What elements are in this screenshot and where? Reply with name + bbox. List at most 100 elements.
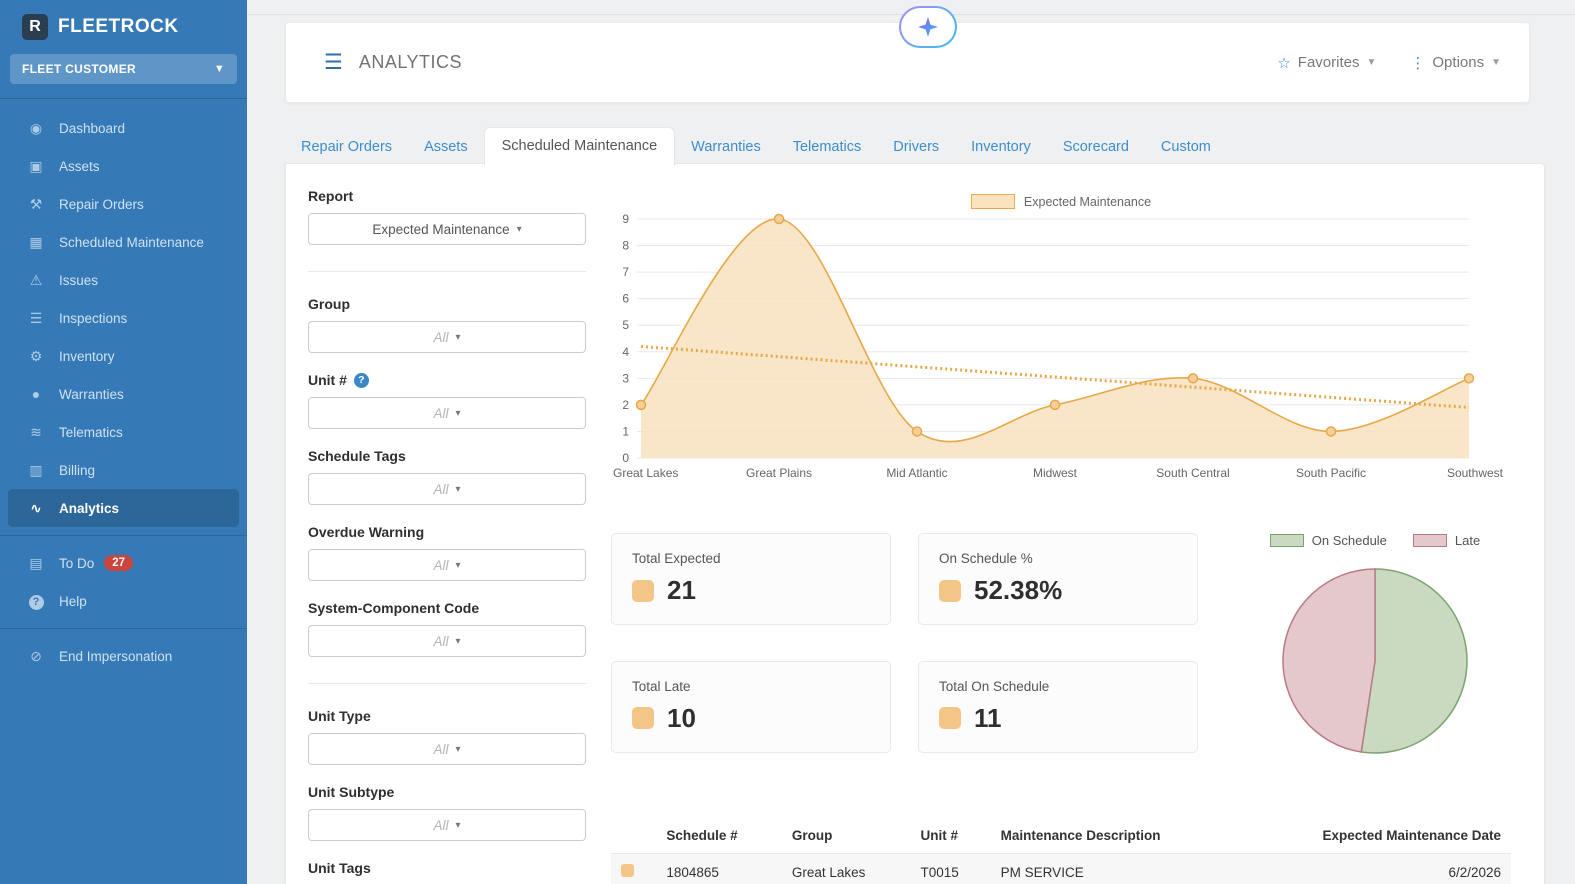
area-chart: Expected Maintenance 0 1 2 3 4 5 6 7 8 9 Great Lak… <box>611 188 1511 485</box>
filter-dropdown-schedule-tags[interactable]: All ▾ <box>308 473 586 505</box>
sidebar-item-todo[interactable]: ▤ To Do 27 <box>0 544 247 582</box>
sidebar-item-assets[interactable]: ▣ Assets <box>0 147 247 185</box>
pie-chart-svg <box>1282 568 1468 754</box>
sidebar-item-label: Billing <box>59 462 96 478</box>
filter-group: Unit Subtype All ▾ <box>308 784 586 841</box>
sidebar-item-repair-orders[interactable]: ⚒ Repair Orders <box>0 185 247 223</box>
sidebar-item-telematics[interactable]: ≋ Telematics <box>0 413 247 451</box>
x-category-label: South Pacific <box>1296 466 1366 480</box>
tab-drivers[interactable]: Drivers <box>877 130 955 164</box>
tab-telematics[interactable]: Telematics <box>777 130 878 164</box>
sidebar-item-label: Repair Orders <box>59 196 144 212</box>
column-header: Unit # <box>920 828 959 843</box>
chevron-down-icon: ▼ <box>1366 57 1377 68</box>
x-category-label: Southwest <box>1447 466 1504 480</box>
filter-dropdown-report[interactable]: Expected Maintenance ▾ <box>308 213 586 245</box>
pie-chart: On Schedule Late <box>1239 533 1511 766</box>
tab-warranties[interactable]: Warranties <box>675 130 777 164</box>
list-icon: ☰ <box>29 309 43 326</box>
cell-description: PM SERVICE <box>990 853 1238 884</box>
data-point <box>911 426 923 437</box>
filter-group: Group All ▾ <box>308 296 586 353</box>
invoice-icon: ▥ <box>29 461 43 478</box>
legend-label: Expected Maintenance <box>1023 194 1152 209</box>
header-actions: ☆ Favorites ▼ ⋮ Options ▼ <box>1277 54 1501 72</box>
sidebar-item-label: Dashboard <box>59 120 126 136</box>
cell-schedule: 1804865 <box>656 853 782 884</box>
legend-swatch <box>1269 534 1304 547</box>
sidebar-item-end-impersonation[interactable]: ⊘ End Impersonation <box>0 637 247 675</box>
page-title: ANALYTICS <box>358 52 463 72</box>
options-dropdown[interactable]: ⋮ Options ▼ <box>1410 54 1501 72</box>
tab-scorecard[interactable]: Scorecard <box>1047 130 1145 164</box>
legend-swatch <box>1412 534 1447 547</box>
chevron-down-icon: ▾ <box>455 559 461 571</box>
tab-custom[interactable]: Custom <box>1145 130 1227 164</box>
schedule-table: Schedule # Group Unit # Maintenance Descrip… <box>611 820 1511 884</box>
x-category-label: South Central <box>1156 466 1229 480</box>
favorites-dropdown[interactable]: ☆ Favorites ▼ <box>1277 54 1376 72</box>
stat-label: On Schedule % <box>939 551 1033 566</box>
sidebar-item-help[interactable]: ? Help <box>0 582 247 620</box>
filter-label: Schedule Tags <box>308 448 406 464</box>
filter-dropdown-unit-[interactable]: All ▾ <box>308 397 586 429</box>
sidebar-item-label: Telematics <box>59 424 123 440</box>
table-row[interactable]: 1804865 Great Lakes T0015 PM SERVICE 6/2/202… <box>611 853 1511 884</box>
sidebar-item-dashboard[interactable]: ◉ Dashboard <box>0 109 247 147</box>
tab-scheduled-maintenance[interactable]: Scheduled Maintenance <box>483 127 676 166</box>
tab-assets[interactable]: Assets <box>408 130 484 164</box>
stat-value: 21 <box>667 575 696 605</box>
eye-slash-icon: ⊘ <box>30 647 42 664</box>
sidebar-item-analytics[interactable]: ∿ Analytics <box>8 489 239 527</box>
filter-dropdown-unit-subtype[interactable]: All ▾ <box>308 809 586 841</box>
fleet-customer-dropdown[interactable]: FLEET CUSTOMER ▼ <box>10 54 237 84</box>
y-tick-label: 7 <box>622 265 629 279</box>
dropdown-value: All <box>433 557 449 573</box>
filter-dropdown-system-component-code[interactable]: All ▾ <box>308 625 586 657</box>
cell-group: Great Lakes <box>781 853 911 884</box>
sidebar-item-scheduled-maintenance[interactable]: ▦ Scheduled Maintenance <box>0 223 247 261</box>
y-tick-label: 0 <box>622 451 629 465</box>
chevron-down-icon: ▾ <box>455 407 461 419</box>
brand-name: FLEETROCK <box>58 16 179 37</box>
fleet-customer-label: FLEET CUSTOMER <box>22 62 136 76</box>
chevron-down-icon: ▼ <box>1491 57 1501 68</box>
app-root: R FLEETROCK FLEET CUSTOMER ▼ ◉ Dashboard ▣… <box>0 0 1575 884</box>
sidebar-item-inventory[interactable]: ⚙ Inventory <box>0 337 247 375</box>
chevron-down-icon: ▾ <box>455 819 461 831</box>
filter-dropdown-overdue-warning[interactable]: All ▾ <box>308 549 586 581</box>
help-icon[interactable]: ? <box>353 372 369 388</box>
stat-value: 11 <box>974 702 1002 733</box>
ai-assistant-button[interactable] <box>899 6 957 48</box>
data-point <box>773 213 785 225</box>
tab-repair-orders[interactable]: Repair Orders <box>285 130 408 164</box>
sidebar-item-inspections[interactable]: ☰ Inspections <box>0 299 247 337</box>
sidebar: R FLEETROCK FLEET CUSTOMER ▼ ◉ Dashboard ▣… <box>0 0 247 884</box>
stat-square-icon <box>939 579 961 602</box>
filter-panel: Report Expected Maintenance ▾ Group All ▾ Unit… <box>308 188 586 884</box>
filter-group: Report Expected Maintenance ▾ <box>308 188 586 245</box>
y-tick-label: 3 <box>622 371 629 385</box>
dashboard-icon: ◉ <box>29 119 43 136</box>
sidebar-item-label: Inventory <box>59 348 115 364</box>
sidebar-item-warranties[interactable]: ● Warranties <box>0 375 247 413</box>
filter-dropdown-unit-type[interactable]: All ▾ <box>308 733 586 765</box>
hamburger-menu-icon[interactable]: ☰ <box>324 50 343 75</box>
sidebar-item-label: Analytics <box>59 500 120 516</box>
kebab-menu-icon: ⋮ <box>1410 54 1426 72</box>
stat-square-icon <box>632 707 654 729</box>
y-tick-label: 6 <box>622 292 629 306</box>
sidebar-item-billing[interactable]: ▥ Billing <box>0 451 247 489</box>
sidebar-item-label: To Do <box>59 555 95 571</box>
report-content: Report Expected Maintenance ▾ Group All ▾ Unit… <box>285 163 1545 884</box>
stat-value: 10 <box>667 702 696 733</box>
chevron-down-icon: ▾ <box>455 743 461 755</box>
sidebar-item-issues[interactable]: ⚠ Issues <box>0 261 247 299</box>
area-chart-legend: Expected Maintenance <box>611 194 1511 209</box>
chevron-down-icon: ▾ <box>455 635 461 647</box>
calendar-icon: ▦ <box>29 233 43 250</box>
tab-inventory[interactable]: Inventory <box>955 130 1047 164</box>
y-tick-label: 9 <box>622 212 629 226</box>
line-chart-icon: ∿ <box>30 499 42 516</box>
filter-dropdown-group[interactable]: All ▾ <box>308 321 586 353</box>
